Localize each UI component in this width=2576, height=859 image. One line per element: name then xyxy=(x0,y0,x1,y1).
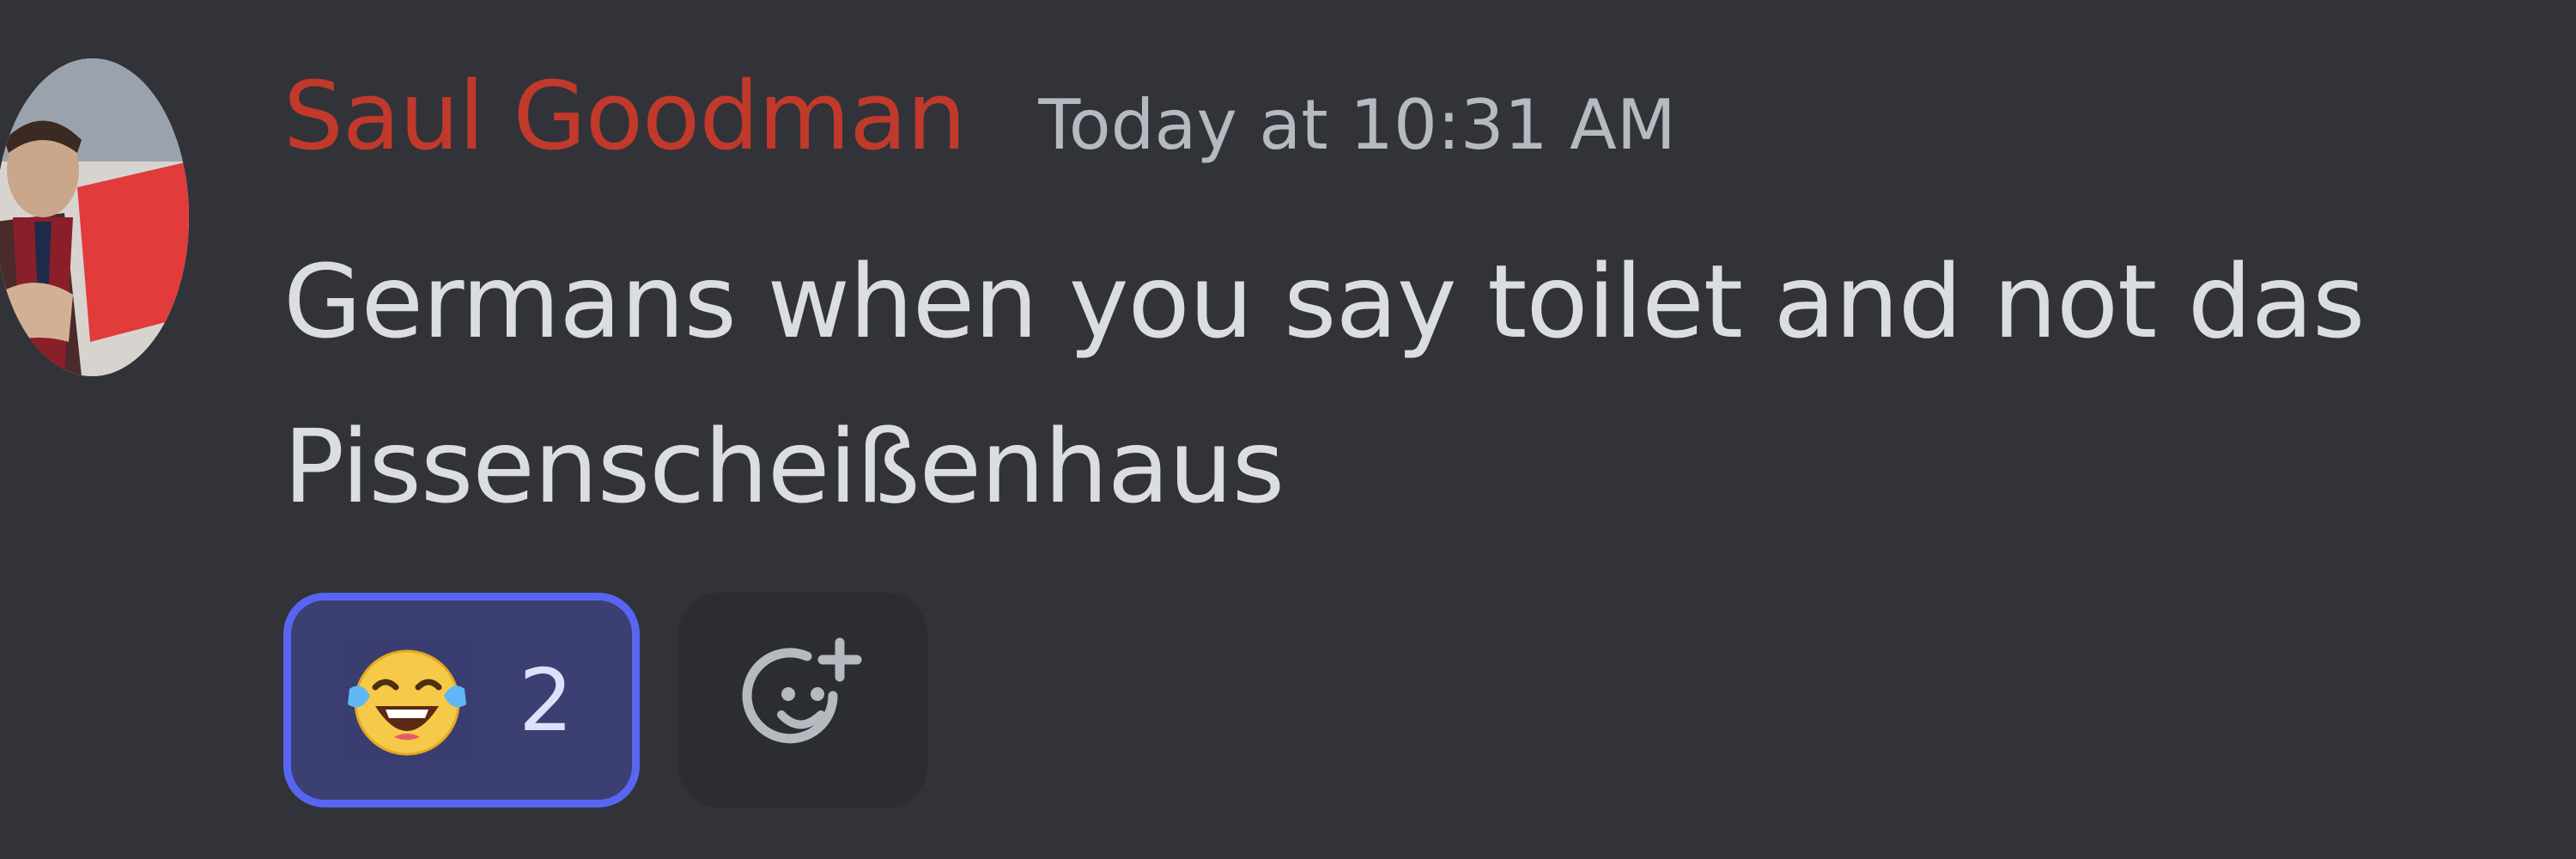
reaction-count: 2 xyxy=(519,649,574,751)
add-reaction-button[interactable] xyxy=(678,593,927,807)
timestamp[interactable]: Today at 10:31 AM xyxy=(1038,70,1675,181)
reactions-bar: 2 xyxy=(283,593,927,807)
message-header: Saul Goodman Today at 10:31 AM xyxy=(283,60,1676,172)
message-text-line: Pissenscheißenhaus xyxy=(283,407,1285,526)
tears-of-joy-emoji-icon xyxy=(343,636,471,765)
username[interactable]: Saul Goodman xyxy=(283,60,966,172)
chat-message: Saul Goodman Today at 10:31 AM Germans w… xyxy=(0,0,2576,859)
reaction-tears-of-joy[interactable]: 2 xyxy=(283,593,640,807)
message-content: Germans when you say toilet and not das … xyxy=(283,219,2516,549)
message-text-line: Germans when you say toilet and not das xyxy=(283,242,2366,361)
avatar-image xyxy=(0,58,189,376)
smiley-plus-icon xyxy=(742,637,862,744)
avatar[interactable] xyxy=(0,58,189,376)
